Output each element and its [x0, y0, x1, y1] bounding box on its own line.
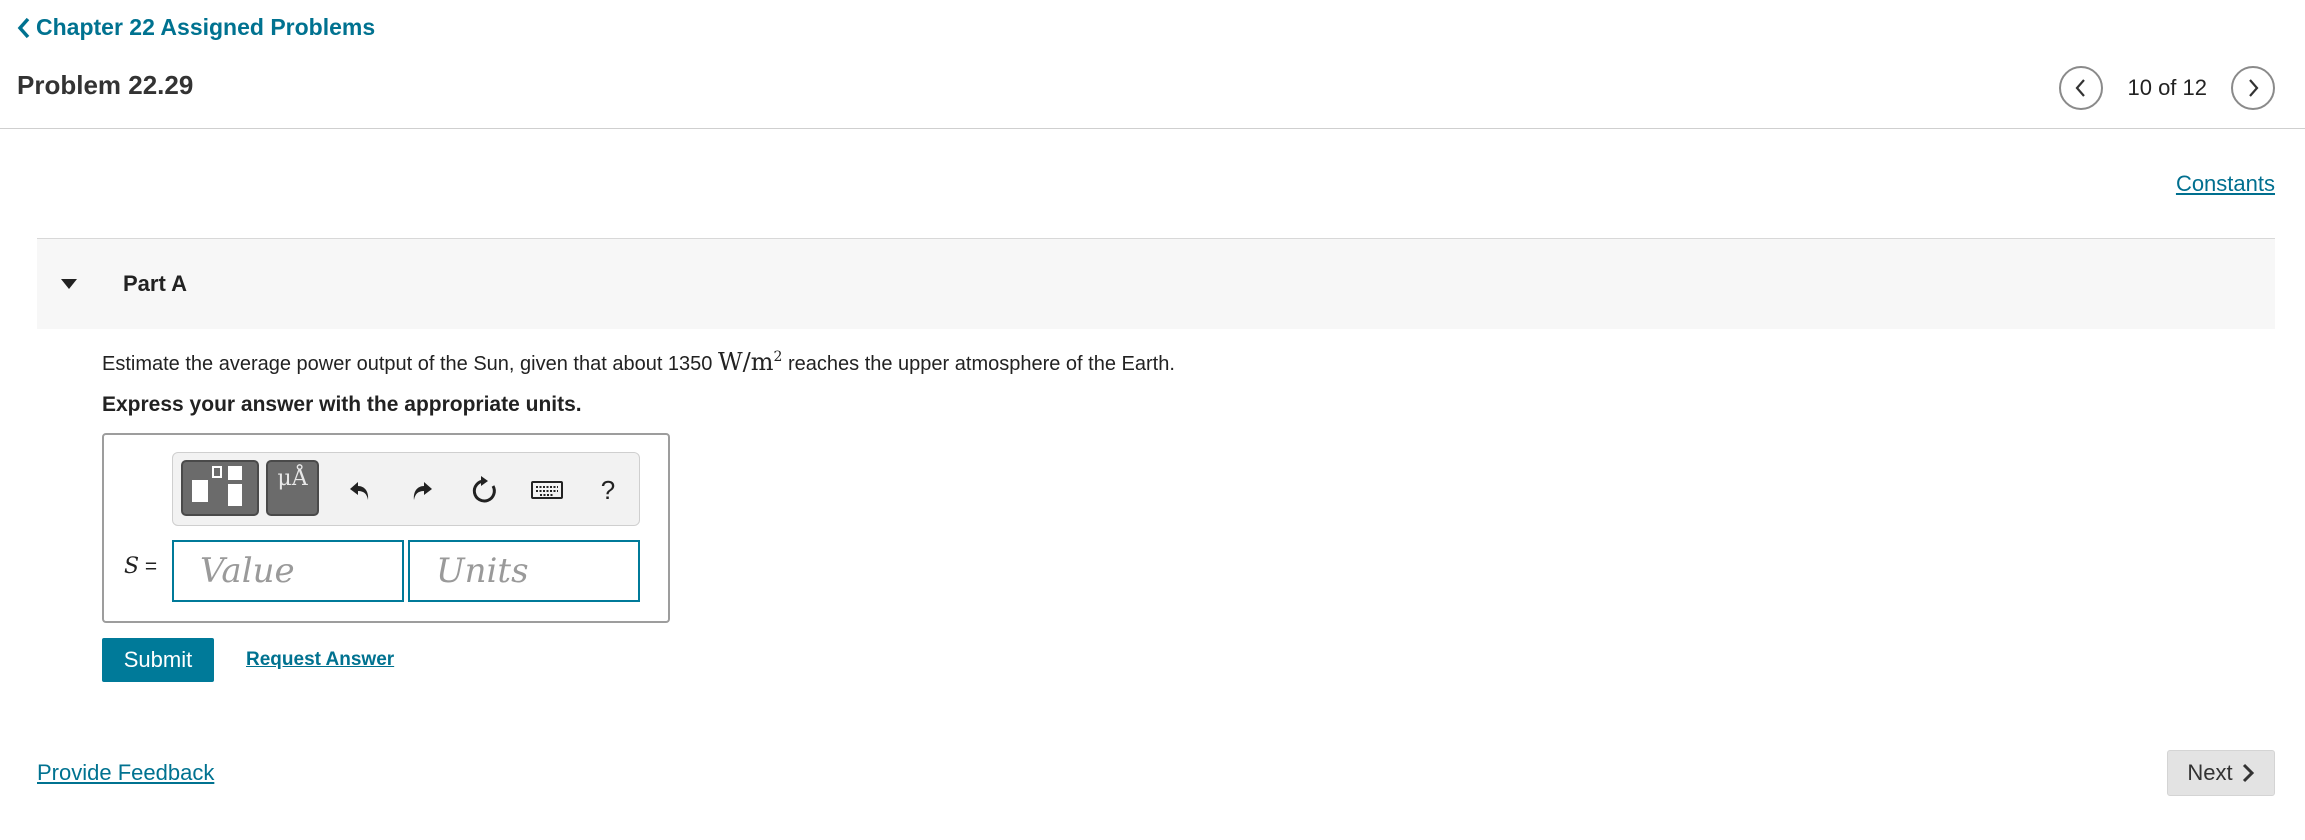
template-square-icon [212, 466, 222, 478]
header-divider [0, 128, 2305, 129]
template-square-icon [192, 480, 208, 502]
question-unit-exponent: 2 [773, 349, 783, 365]
caret-down-icon[interactable] [59, 277, 79, 291]
redo-icon[interactable] [407, 475, 437, 505]
back-link-label: Chapter 22 Assigned Problems [36, 14, 376, 40]
answer-box: μÅ ? S = [102, 433, 670, 623]
request-answer-link[interactable]: Request Answer [246, 649, 394, 671]
problem-title: Problem 22.29 [17, 70, 194, 100]
submit-button[interactable]: Submit [102, 638, 214, 682]
next-problem-button[interactable] [2231, 66, 2275, 110]
answer-instruction: Express your answer with the appropriate… [102, 393, 582, 416]
value-input[interactable] [172, 540, 404, 602]
provide-feedback-link[interactable]: Provide Feedback [37, 760, 214, 786]
question-unit: W/m2 [718, 348, 782, 376]
chevron-right-icon [2242, 763, 2254, 783]
undo-icon[interactable] [345, 475, 375, 505]
next-button[interactable]: Next [2167, 750, 2275, 796]
math-toolbar: μÅ ? [172, 452, 640, 526]
chevron-right-icon [2249, 79, 2259, 97]
next-button-label: Next [2187, 760, 2233, 785]
back-to-chapter-link[interactable]: Chapter 22 Assigned Problems [16, 14, 375, 41]
question-text-end: reaches the upper atmosphere of the Eart… [787, 353, 1175, 375]
chevron-left-icon [2076, 79, 2086, 97]
units-button[interactable]: μÅ [266, 460, 319, 516]
constants-link[interactable]: Constants [2176, 171, 2275, 197]
reset-icon[interactable] [469, 475, 499, 505]
templates-button[interactable] [181, 460, 259, 516]
equals-sign: = [144, 555, 158, 578]
answer-variable-label: S = [124, 554, 157, 579]
units-input[interactable] [408, 540, 640, 602]
help-button[interactable]: ? [593, 475, 623, 505]
problem-pager: 10 of 12 [2059, 66, 2275, 110]
answer-variable: S [124, 554, 140, 579]
template-square-icon [228, 466, 242, 480]
chevron-left-icon [17, 17, 30, 38]
pager-position: 10 of 12 [2127, 75, 2207, 100]
question-unit-base: W/m [717, 348, 774, 376]
question-text: Estimate the average power output of the… [102, 348, 1175, 376]
keyboard-icon[interactable] [529, 475, 565, 505]
previous-problem-button[interactable] [2059, 66, 2104, 110]
part-label: Part A [123, 271, 187, 296]
question-text-start: Estimate the average power output of the… [102, 353, 713, 375]
template-square-icon [228, 484, 242, 506]
part-a-header[interactable]: Part A [37, 238, 2275, 329]
